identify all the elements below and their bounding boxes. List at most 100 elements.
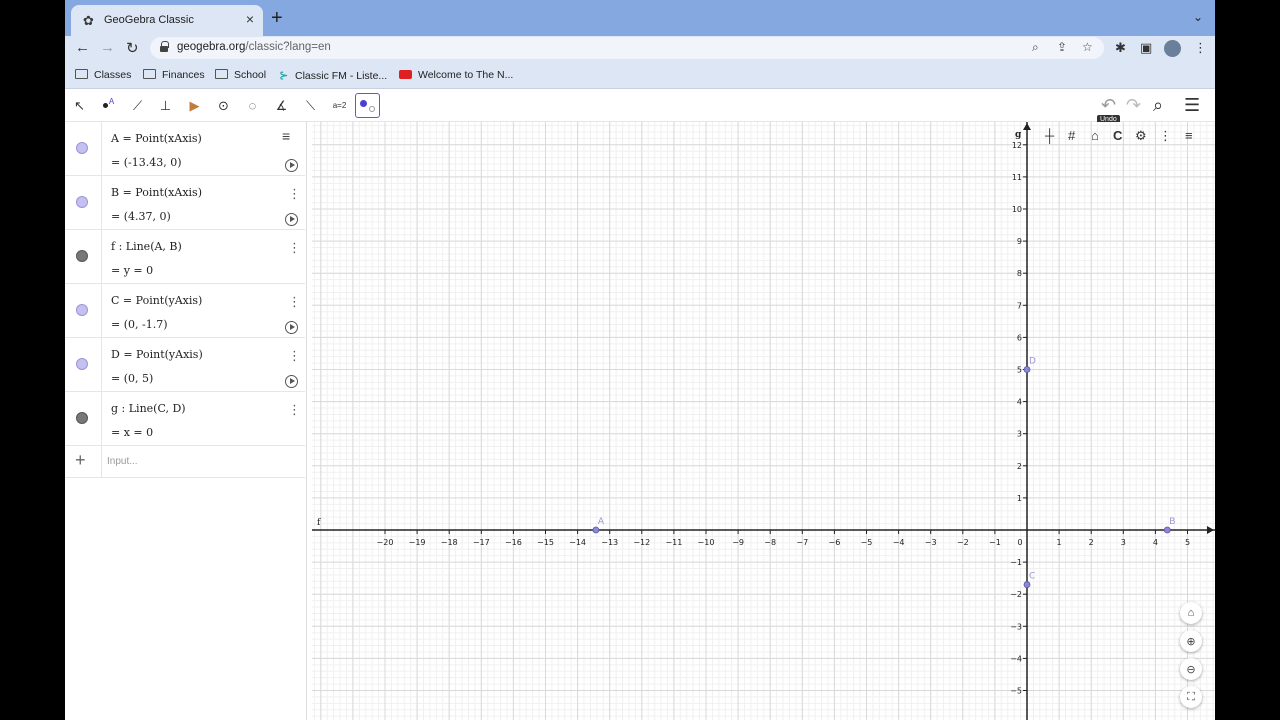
menu-icon[interactable]: ☰ — [1184, 95, 1200, 116]
circle-center-tool-icon[interactable]: ⊙ — [211, 93, 236, 118]
bookmark-label: Classes — [94, 69, 132, 81]
more-options-icon[interactable]: ⋮ — [288, 348, 301, 364]
x-tick-label: 5 — [1185, 538, 1190, 547]
y-tick-label: −4 — [1010, 654, 1022, 663]
x-tick-label: −14 — [569, 538, 586, 547]
visibility-toggle[interactable] — [76, 304, 88, 316]
point-tool-icon[interactable]: A — [96, 93, 121, 118]
y-tick-label: 1 — [1017, 494, 1022, 503]
profile-avatar[interactable] — [1164, 40, 1181, 57]
x-tick-label: −6 — [829, 538, 841, 547]
circle-three-points-tool-icon[interactable]: ◌ — [240, 93, 265, 118]
y-tick-label: −1 — [1010, 558, 1022, 567]
play-animation-icon[interactable] — [285, 213, 298, 226]
tab-geogebra[interactable]: ✿ GeoGebra Classic × — [71, 5, 263, 36]
y-tick-label: 5 — [1017, 366, 1022, 375]
bookmark-label: Classic FM - Liste... — [295, 70, 388, 82]
x-tick-label: −5 — [861, 538, 873, 547]
algebra-definition[interactable]: B = Point(xAxis) — [111, 186, 202, 199]
more-options-icon[interactable]: ⋮ — [288, 240, 301, 256]
y-tick-label: 4 — [1017, 398, 1022, 407]
algebra-definition[interactable]: g : Line(C, D) — [111, 402, 186, 415]
extensions-icon[interactable]: ✱ — [1115, 40, 1126, 56]
home-icon[interactable]: ⌂ — [1091, 128, 1099, 143]
algebra-definition[interactable]: D = Point(yAxis) — [111, 348, 203, 361]
bookmark-classic-fm[interactable]: ⊱ Classic FM - Liste... — [279, 69, 387, 82]
zoom-in-icon[interactable]: ⊕ — [1180, 630, 1202, 652]
point-capturing-icon[interactable]: C — [1113, 128, 1122, 143]
browser-menu-icon[interactable]: ⋮ — [1194, 40, 1207, 56]
more-icon[interactable]: ⋮ — [1159, 128, 1172, 144]
angle-tool-icon[interactable]: ∡ — [269, 93, 294, 118]
folder-icon — [75, 69, 88, 79]
line-tool-icon[interactable]: ⟋ — [125, 93, 150, 118]
visibility-toggle[interactable] — [76, 358, 88, 370]
fullscreen-icon[interactable]: ⛶ — [1180, 686, 1202, 708]
more-options-icon[interactable]: ⋮ — [288, 294, 301, 310]
toggle-grid-icon[interactable]: # — [1068, 128, 1075, 143]
graphics-view[interactable]: −20 −19 −18 −17 −16 −15 −14 −13 −12 −11 −10 −9 −8 −7−… — [312, 122, 1215, 720]
search-icon[interactable]: ⌕ — [1153, 95, 1163, 116]
side-panel-icon[interactable]: ▣ — [1140, 40, 1152, 56]
add-icon[interactable]: + — [75, 450, 86, 471]
x-tick-label: 3 — [1121, 538, 1126, 547]
algebra-definition[interactable]: C = Point(yAxis) — [111, 294, 202, 307]
y-axis-arrow — [1023, 123, 1031, 130]
more-options-icon[interactable]: ⋮ — [288, 186, 301, 202]
algebra-view-menu-icon[interactable]: ≡ — [282, 128, 290, 144]
visibility-toggle[interactable] — [76, 250, 88, 262]
back-button[interactable]: ← — [75, 39, 90, 56]
bookmark-finances[interactable]: Finances — [143, 69, 205, 81]
point-label-A: A — [598, 517, 605, 527]
standard-view-home-icon[interactable]: ⌂ — [1180, 602, 1202, 624]
algebra-row-A[interactable]: A = Point(xAxis) = (-13.43, 0) — [65, 122, 305, 176]
slider-tool-icon[interactable]: a=2 — [327, 93, 352, 118]
algebra-row-g[interactable]: g : Line(C, D) = x = 0 ⋮ — [65, 392, 305, 446]
algebra-input[interactable]: + Input... — [65, 446, 305, 478]
style-bar-toggle-icon[interactable]: ≡ — [1185, 128, 1193, 143]
zoom-icon[interactable]: ⌕ — [1032, 40, 1039, 55]
tab-search-chevron-icon[interactable]: ⌄ — [1193, 10, 1203, 24]
algebra-definition[interactable]: f : Line(A, B) — [111, 240, 182, 253]
algebra-row-B[interactable]: B = Point(xAxis) = (4.37, 0) ⋮ — [65, 176, 305, 230]
point-D — [1023, 366, 1031, 373]
bookmark-classes[interactable]: Classes — [75, 69, 131, 81]
perpendicular-tool-icon[interactable]: ⊥ — [153, 93, 178, 118]
algebra-row-C[interactable]: C = Point(yAxis) = (0, -1.7) ⋮ — [65, 284, 305, 338]
more-options-icon[interactable]: ⋮ — [288, 402, 301, 418]
zoom-out-icon[interactable]: ⊖ — [1180, 658, 1202, 680]
play-animation-icon[interactable] — [285, 321, 298, 334]
address-bar[interactable]: geogebra.org/classic?lang=en ⌕ ⇪ ☆ — [150, 37, 1104, 59]
redo-icon[interactable]: ↷ — [1126, 95, 1141, 116]
play-animation-icon[interactable] — [285, 159, 298, 172]
show-hide-tool-icon[interactable] — [355, 93, 380, 118]
point-label-D: D — [1029, 357, 1036, 367]
move-tool-icon[interactable]: ↖ — [67, 93, 92, 118]
visibility-toggle[interactable] — [76, 196, 88, 208]
new-tab-button[interactable]: + — [271, 8, 283, 28]
reload-button[interactable]: ↻ — [126, 39, 139, 57]
toggle-axes-icon[interactable]: ┼ — [1045, 128, 1054, 143]
algebra-row-f[interactable]: f : Line(A, B) = y = 0 ⋮ — [65, 230, 305, 284]
close-tab-icon[interactable]: × — [246, 11, 254, 27]
point-label-B: B — [1169, 517, 1175, 527]
y-tick-label: 12 — [1012, 141, 1022, 150]
algebra-row-D[interactable]: D = Point(yAxis) = (0, 5) ⋮ — [65, 338, 305, 392]
algebra-definition[interactable]: A = Point(xAxis) — [111, 132, 202, 145]
bookmark-youtube[interactable]: Welcome to The N... — [399, 69, 513, 81]
y-tick-label: 7 — [1017, 301, 1022, 310]
reflect-tool-icon[interactable]: ⟍ — [298, 93, 323, 118]
visibility-toggle[interactable] — [76, 142, 88, 154]
visibility-toggle[interactable] — [76, 412, 88, 424]
x-tick-label: 1 — [1057, 538, 1062, 547]
bookmark-star-icon[interactable]: ☆ — [1082, 40, 1093, 54]
x-tick-label: −2 — [957, 538, 969, 547]
share-icon[interactable]: ⇪ — [1057, 40, 1067, 54]
graphics-canvas[interactable]: −20 −19 −18 −17 −16 −15 −14 −13 −12 −11 −10 −9 −8 −7−… — [312, 122, 1215, 720]
polygon-tool-icon[interactable]: ▶ — [182, 93, 207, 118]
forward-button[interactable]: → — [100, 39, 115, 56]
bookmark-school[interactable]: School — [215, 69, 266, 81]
play-animation-icon[interactable] — [285, 375, 298, 388]
undo-icon[interactable]: ↶ — [1101, 95, 1116, 116]
settings-gear-icon[interactable]: ⚙ — [1135, 128, 1147, 144]
